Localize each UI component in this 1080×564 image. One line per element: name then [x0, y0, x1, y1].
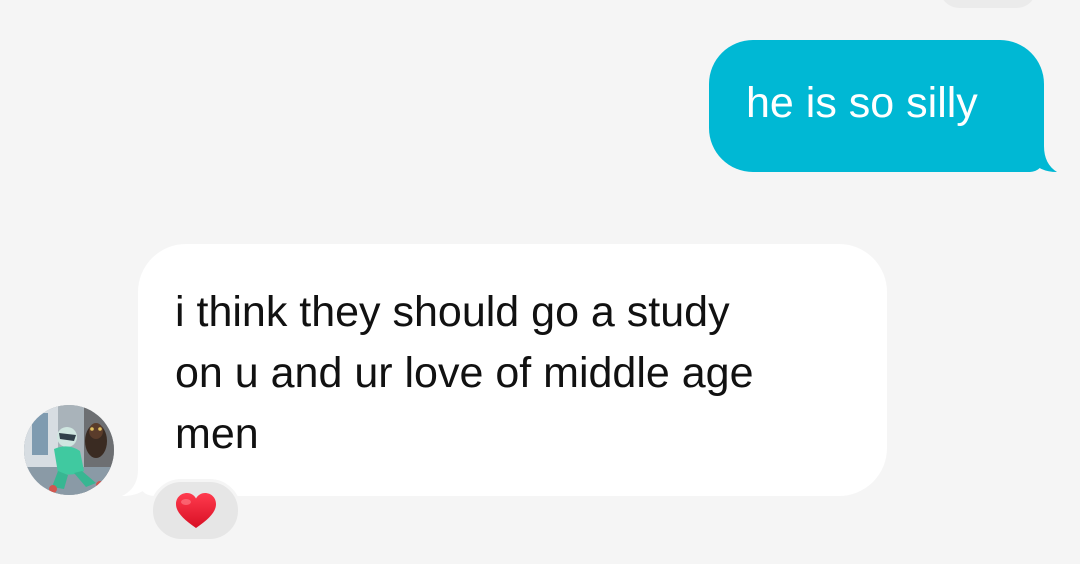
heart-icon: [175, 492, 217, 530]
outgoing-message-bubble[interactable]: he is so silly: [709, 40, 1057, 172]
outgoing-message-text: he is so silly: [746, 78, 978, 127]
incoming-message-bubble[interactable]: i think they should go a study on u and …: [122, 244, 887, 496]
bubble-tail: [122, 470, 150, 496]
incoming-message-line: on u and ur love of middle age: [175, 349, 754, 397]
reaction-pill-partial[interactable]: [940, 0, 1036, 8]
contact-avatar[interactable]: [24, 405, 114, 495]
incoming-message-line: men: [175, 410, 259, 458]
bubble-tail: [1031, 146, 1057, 172]
incoming-message-line: i think they should go a study: [175, 288, 730, 336]
heart-reaction[interactable]: [150, 479, 241, 542]
